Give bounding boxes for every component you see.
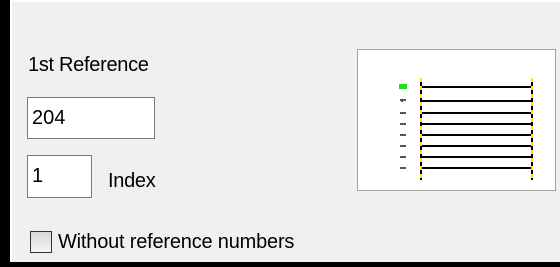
first-reference-input[interactable] <box>27 97 155 139</box>
reference-preview <box>357 49 556 191</box>
index-label: Index <box>108 170 156 192</box>
panel-bottom-edge <box>10 262 560 267</box>
without-reference-numbers-label: Without reference numbers <box>58 230 295 253</box>
reference-line-preview-icon <box>399 78 533 180</box>
without-reference-numbers-checkbox[interactable] <box>30 231 52 253</box>
first-reference-label: 1st Reference <box>28 54 149 76</box>
index-input[interactable] <box>27 155 92 198</box>
without-reference-numbers-row[interactable]: Without reference numbers <box>30 228 294 256</box>
